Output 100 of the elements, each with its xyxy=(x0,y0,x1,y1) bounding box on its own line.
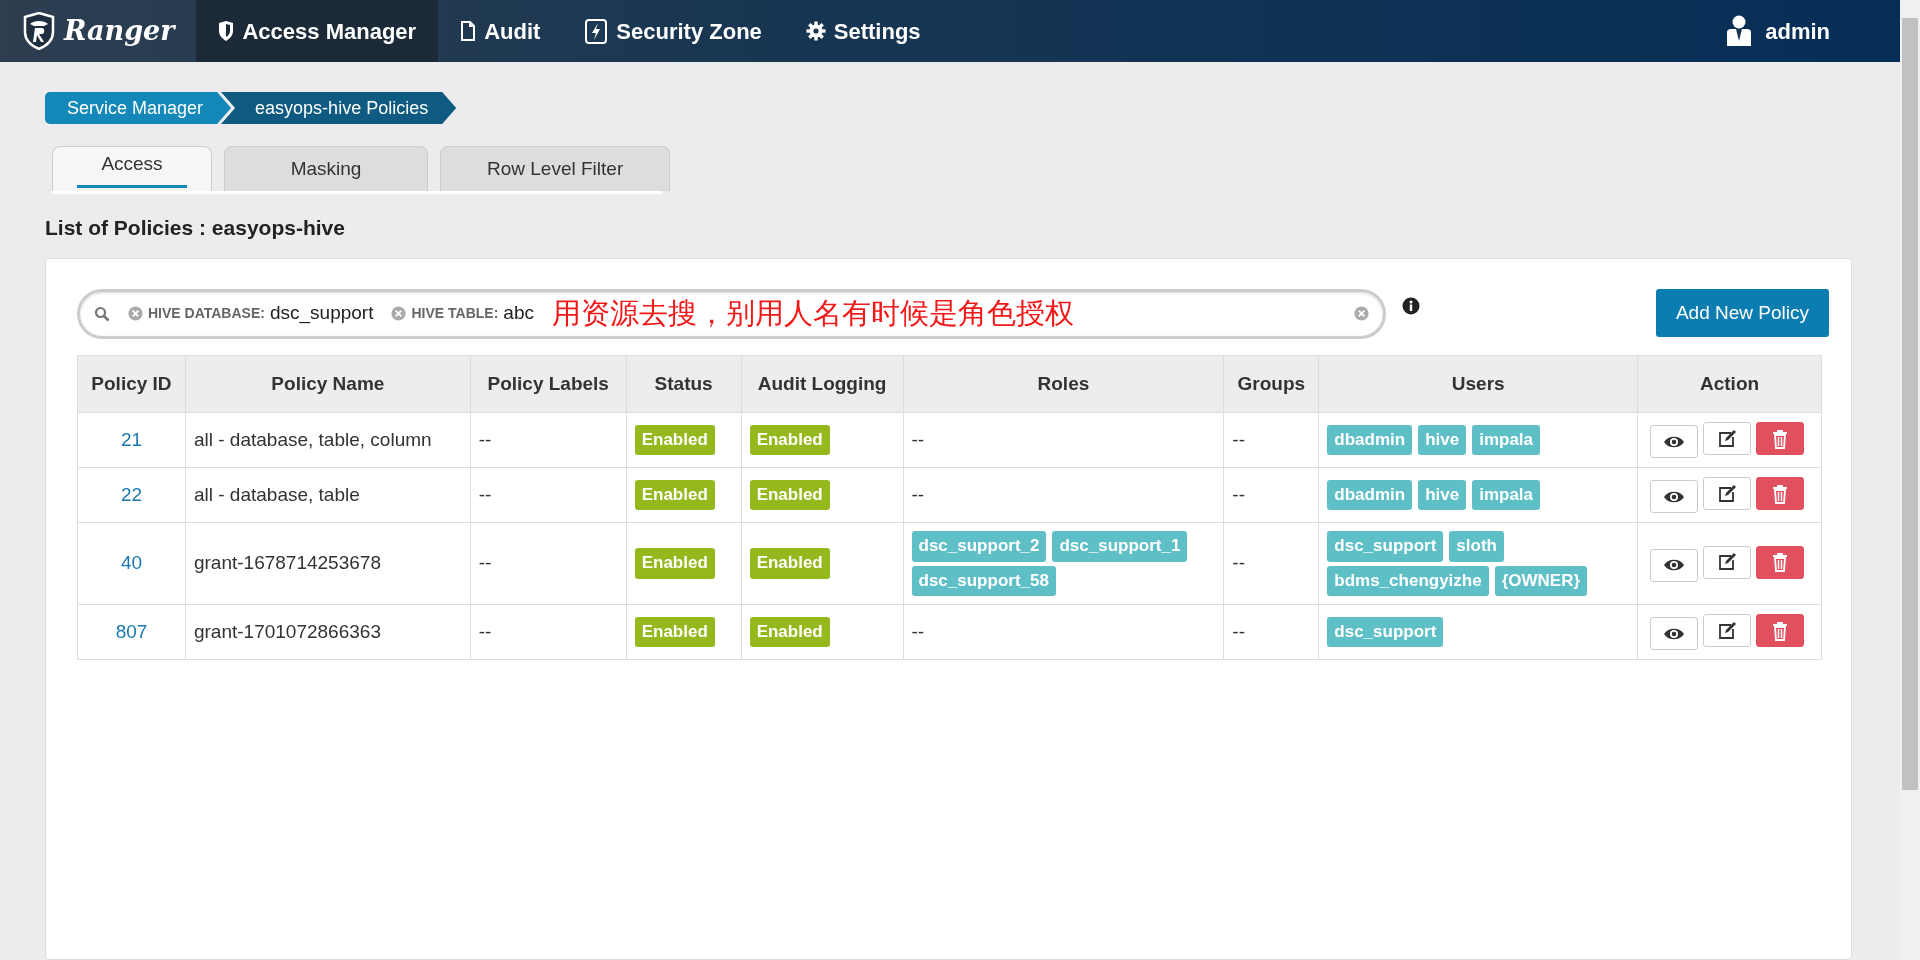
tag: dbadmin xyxy=(1327,479,1413,511)
column-header: Groups xyxy=(1223,355,1319,413)
tag: sloth xyxy=(1449,531,1504,562)
page-heading: List of Policies : easyops-hive xyxy=(45,215,346,241)
column-header: Roles xyxy=(903,355,1224,413)
filter-label: HIVE DATABASE: xyxy=(148,304,265,323)
table-cell: -- xyxy=(903,467,1224,523)
breadcrumb-link[interactable]: Service Manager xyxy=(45,92,232,124)
info-icon xyxy=(1401,296,1420,315)
view-button[interactable] xyxy=(1650,617,1699,650)
status-badge: Enabled xyxy=(634,548,715,579)
nav-tab[interactable]: Audit xyxy=(438,0,563,62)
user-name[interactable]: admin xyxy=(1765,14,1830,48)
tab[interactable]: Masking xyxy=(224,146,428,191)
policy-id-link[interactable]: 21 xyxy=(120,428,143,450)
eye-icon xyxy=(1663,558,1686,572)
column-header: Action xyxy=(1637,355,1822,413)
tag: dbadmin xyxy=(1327,424,1413,456)
brand-name: Ranger xyxy=(64,13,175,48)
filter-label: HIVE TABLE: xyxy=(411,304,499,323)
trash-icon xyxy=(1772,428,1789,449)
status-badge: Enabled xyxy=(749,548,830,579)
tag: hive xyxy=(1418,424,1467,456)
breadcrumb-link[interactable]: easyops-hive Policies xyxy=(221,92,457,124)
table-cell: -- xyxy=(470,604,627,660)
edit-icon xyxy=(1717,620,1738,641)
view-button[interactable] xyxy=(1650,548,1699,582)
tag: dsc_support_58 xyxy=(911,565,1056,596)
gear-icon xyxy=(805,21,826,41)
policy-id-link[interactable]: 40 xyxy=(120,552,143,574)
delete-button[interactable] xyxy=(1756,477,1805,510)
view-button[interactable] xyxy=(1650,425,1699,458)
logo-icon xyxy=(22,12,56,50)
tag: {OWNER} xyxy=(1494,565,1588,596)
remove-icon xyxy=(391,306,407,321)
user-icon xyxy=(1725,15,1754,47)
status-badge: Enabled xyxy=(749,424,830,456)
table-cell: -- xyxy=(903,412,1224,468)
tag: impala xyxy=(1472,479,1541,511)
table-cell: all - database, table xyxy=(185,467,471,523)
search-icon xyxy=(94,305,110,322)
tag: dsc_support xyxy=(1327,531,1444,562)
eye-icon xyxy=(1663,489,1686,504)
filter-value: dsc_support xyxy=(269,301,374,326)
table-cell: -- xyxy=(1223,412,1319,468)
view-button[interactable] xyxy=(1650,480,1699,513)
trash-icon xyxy=(1772,552,1789,572)
table-cell: grant-1678714253678 xyxy=(185,522,471,605)
column-header: Audit Logging xyxy=(741,355,904,413)
status-badge: Enabled xyxy=(634,424,715,456)
add-policy-button[interactable]: Add New Policy xyxy=(1655,288,1829,337)
delete-button[interactable] xyxy=(1756,422,1805,455)
table-cell: all - database, table, column xyxy=(185,412,471,468)
tag: hive xyxy=(1418,479,1467,511)
tag: dsc_support_2 xyxy=(911,531,1047,562)
status-badge: Enabled xyxy=(749,616,830,648)
scrollbar[interactable] xyxy=(1900,0,1920,960)
status-badge: Enabled xyxy=(749,479,830,511)
policy-id-link[interactable]: 22 xyxy=(120,483,143,505)
remove-icon xyxy=(128,306,143,321)
file-icon xyxy=(460,21,477,41)
tag: dsc_support xyxy=(1327,616,1444,648)
edit-button[interactable] xyxy=(1703,477,1752,510)
eye-icon xyxy=(1663,434,1686,449)
edit-button[interactable] xyxy=(1703,614,1752,647)
search-field[interactable]: HIVE DATABASE: dsc_support HIVE TABLE: abc 用资源去搜，别用人名有时候是角色授权 xyxy=(77,288,1386,339)
tab[interactable]: Row Level Filter xyxy=(440,146,671,191)
column-header: Policy Name xyxy=(185,355,471,413)
clear-icon xyxy=(1353,306,1369,321)
table-cell: -- xyxy=(470,467,627,523)
table-cell: -- xyxy=(903,604,1224,660)
column-header: Policy Labels xyxy=(470,355,627,413)
tag: dsc_support_1 xyxy=(1052,531,1188,562)
tag: impala xyxy=(1472,424,1541,456)
edit-button[interactable] xyxy=(1703,422,1752,455)
table-cell: -- xyxy=(1223,467,1319,523)
tab[interactable]: Access xyxy=(52,146,212,191)
nav-tab[interactable]: Settings xyxy=(783,0,943,62)
status-badge: Enabled xyxy=(634,616,715,648)
filter-value: abc xyxy=(503,301,534,326)
delete-button[interactable] xyxy=(1756,614,1805,647)
table-cell: -- xyxy=(1223,604,1319,660)
tag: bdms_chengyizhe xyxy=(1327,565,1489,596)
table-cell: -- xyxy=(1223,522,1319,605)
bolt-icon xyxy=(584,17,609,45)
table-cell: -- xyxy=(470,412,627,468)
policy-id-link[interactable]: 807 xyxy=(115,620,148,642)
trash-icon xyxy=(1772,483,1789,504)
shield-icon xyxy=(218,21,235,41)
delete-button[interactable] xyxy=(1756,545,1805,579)
table-cell: grant-1701072866363 xyxy=(185,604,471,660)
edit-button[interactable] xyxy=(1703,545,1752,579)
nav-tab[interactable]: Access Manager xyxy=(196,0,439,62)
edit-icon xyxy=(1717,552,1738,572)
edit-icon xyxy=(1717,428,1738,449)
annotation-text: 用资源去搜，别用人名有时候是角色授权 xyxy=(551,295,1074,331)
nav-tab[interactable]: Security Zone xyxy=(562,0,784,62)
column-header: Policy ID xyxy=(77,355,186,413)
eye-icon xyxy=(1663,626,1686,641)
column-header: Users xyxy=(1318,355,1638,413)
